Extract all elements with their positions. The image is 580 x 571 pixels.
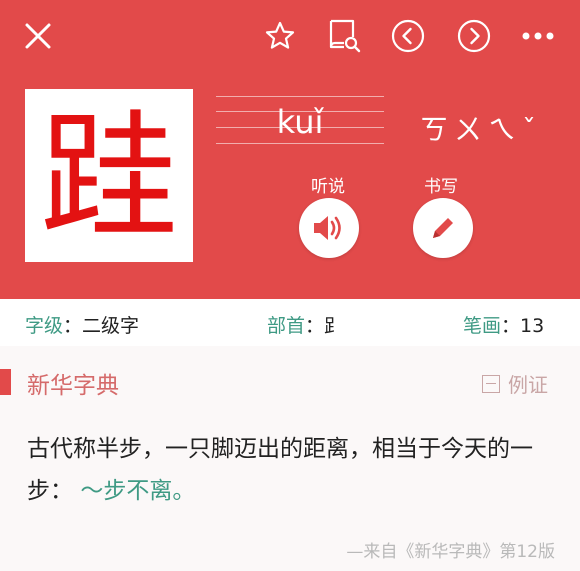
level-value: 二级字 [82,315,140,337]
write-label: 书写 [424,177,458,197]
strokes-info: 笔画：13 [463,311,544,338]
character-info-row: 字级：二级字 部首：𧾷 笔画：13 [0,299,580,346]
listen-label: 听说 [311,177,345,197]
speaker-icon [314,216,341,240]
radical-key: 部首 [267,315,306,337]
radical-info: 部首：𧾷 [267,311,343,338]
header: 跬 kuǐ ㄎㄨㄟˇ 听说 书写 [0,0,580,299]
strokes-value: 13 [520,315,545,337]
collapse-box-icon [482,374,500,393]
zhuyin-text: ㄎㄨㄟˇ [420,113,543,146]
example-label: 例证 [508,373,548,397]
level-separator: ： [63,315,83,337]
strokes-key: 笔画 [463,315,502,337]
pinyin-text: kuǐ [276,103,324,141]
pencil-icon [433,218,453,238]
chevron-left-icon[interactable] [390,18,426,54]
section-accent-bar [0,369,11,395]
character-box: 跬 [25,89,193,262]
book-search-icon[interactable] [325,16,363,54]
close-icon[interactable] [20,18,56,54]
definition-example: ～步不离。 [80,478,196,504]
level-info: 字级：二级字 [25,311,139,338]
radical-separator: ： [305,315,325,337]
source-citation: —来自《新华字典》第12版 [346,542,555,562]
star-icon[interactable] [262,18,298,54]
section-title: 新华字典 [27,373,119,399]
radical-value: 𧾷 [324,315,344,337]
more-icon[interactable] [520,22,556,50]
chevron-right-icon[interactable] [456,18,492,54]
definition-text: 古代称半步，一只脚迈出的距离，相当于今天的一步： ～步不离。 [27,428,557,512]
listen-button[interactable] [299,198,359,258]
example-button[interactable]: 例证 [482,369,548,398]
write-button[interactable] [413,198,473,258]
character-glyph: 跬 [39,96,178,258]
strokes-separator: ： [501,315,521,337]
level-key: 字级 [25,315,64,337]
